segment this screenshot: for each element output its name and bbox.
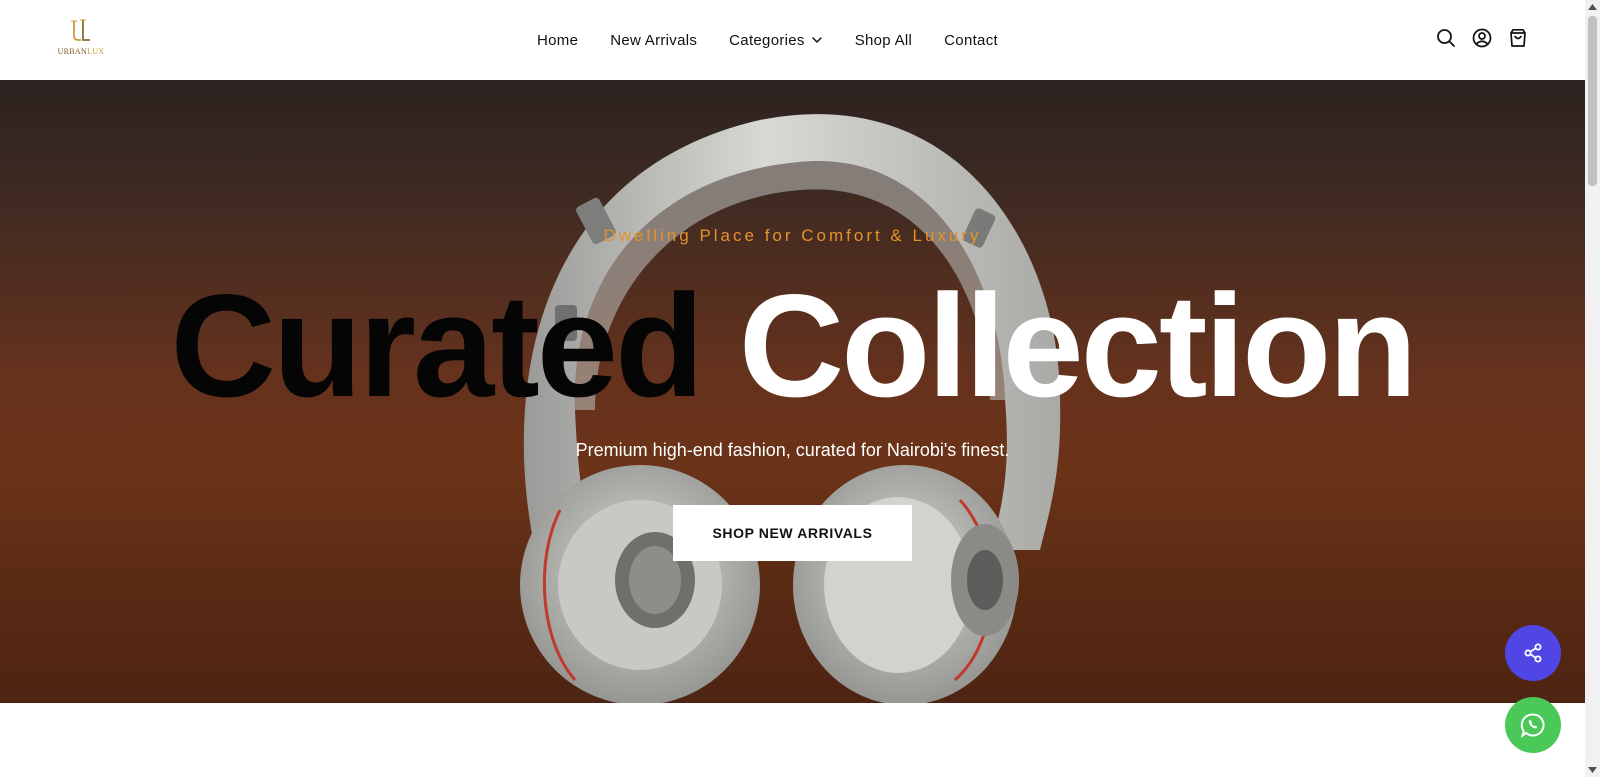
hero-title-light: Collection	[738, 264, 1418, 427]
site-header: URBANLUX Home New Arrivals Categories Sh…	[0, 0, 1585, 80]
search-icon	[1437, 29, 1455, 47]
search-button[interactable]	[1436, 28, 1456, 48]
shop-new-arrivals-button[interactable]: SHOP NEW ARRIVALS	[673, 505, 912, 561]
hero-eyebrow: Dwelling Place for Comfort & Luxury	[603, 226, 982, 245]
nav-item-home[interactable]: Home	[537, 32, 578, 49]
triangle-down-icon	[1588, 767, 1597, 773]
nav-item-contact[interactable]: Contact	[944, 32, 998, 49]
scroll-thumb[interactable]	[1588, 16, 1597, 186]
nav-label: New Arrivals	[610, 31, 698, 49]
nav-label: Categories	[729, 31, 805, 49]
hero-subtitle: Premium high-end fashion, curated for Na…	[575, 440, 1010, 460]
logo-text-accent: LUX	[87, 47, 105, 56]
account-icon	[1472, 28, 1492, 48]
nav-label: Contact	[944, 31, 998, 49]
triangle-up-icon	[1588, 4, 1597, 10]
account-button[interactable]	[1472, 28, 1492, 48]
hero-title-dark: Curated	[170, 264, 705, 427]
logo-text-main: URBAN	[57, 47, 88, 56]
hero-title: Curated Collection	[0, 258, 1585, 433]
logo-monogram-icon	[71, 19, 90, 41]
main-nav: Home New Arrivals Categories Shop All Co…	[537, 0, 998, 80]
nav-item-new-arrivals[interactable]: New Arrivals	[610, 32, 697, 49]
hero-banner: Dwelling Place for Comfort & Luxury Cura…	[0, 80, 1585, 703]
nav-label: Shop All	[854, 31, 913, 49]
header-actions	[1436, 28, 1528, 48]
nav-label: Home	[537, 31, 579, 49]
nav-item-shop-all[interactable]: Shop All	[855, 32, 912, 49]
scroll-up-arrow[interactable]	[1585, 0, 1600, 14]
cart-button[interactable]	[1508, 28, 1528, 48]
cart-icon	[1510, 28, 1526, 47]
logo-wordmark: URBANLUX	[58, 47, 105, 56]
brand-logo[interactable]: URBANLUX	[56, 18, 106, 60]
page-scrollbar[interactable]	[1585, 0, 1600, 777]
whatsapp-button[interactable]	[1505, 697, 1561, 753]
chevron-down-icon	[811, 37, 822, 43]
scroll-down-arrow[interactable]	[1585, 763, 1600, 777]
nav-item-categories[interactable]: Categories	[729, 32, 823, 49]
whatsapp-icon	[1520, 713, 1545, 738]
share-icon	[1524, 643, 1542, 663]
share-button[interactable]	[1505, 625, 1561, 681]
